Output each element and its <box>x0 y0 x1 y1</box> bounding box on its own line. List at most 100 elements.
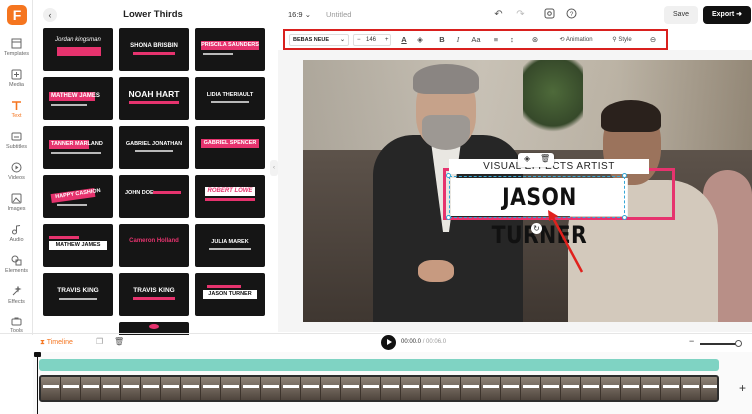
frame-lower-third <box>683 385 699 388</box>
filmstrip-frame <box>481 377 501 400</box>
template-tile[interactable]: LIDIA THERIAULT <box>195 77 265 120</box>
redo-icon[interactable]: ↷ <box>514 8 527 21</box>
playhead[interactable] <box>34 352 41 414</box>
sidebar-item-videos[interactable]: Videos <box>0 162 33 181</box>
selection-box[interactable] <box>449 176 625 218</box>
layers-icon[interactable]: ◈ <box>524 154 530 163</box>
document-title[interactable]: Untitled <box>326 10 351 19</box>
sidebar-item-audio[interactable]: Audio <box>0 224 33 243</box>
current-time: 00:00.0 <box>401 339 422 345</box>
more-options-icon[interactable]: ⊖ <box>647 34 659 46</box>
filmstrip-frame <box>81 377 101 400</box>
letter-case-icon[interactable]: Aa <box>469 34 483 46</box>
template-tile[interactable]: JULIA MAREK <box>195 224 265 267</box>
duplicate-icon[interactable]: ❐ <box>96 337 103 346</box>
editor-app: F Templates Media Text Subtitles Videos … <box>0 0 752 414</box>
frame-lower-third <box>523 385 539 388</box>
resize-handle[interactable] <box>446 173 451 178</box>
style-button[interactable]: ⚲ Style <box>607 34 637 46</box>
export-button[interactable]: Export ➜ <box>703 6 751 24</box>
template-tile[interactable]: PRISCILA SAUNDERS <box>195 28 265 71</box>
template-tile[interactable]: Jordan kingsman <box>43 28 113 71</box>
sidebar-item-effects[interactable]: Effects <box>0 286 33 305</box>
filmstrip-frame <box>461 377 481 400</box>
delete-icon[interactable]: 🗑 <box>114 337 124 346</box>
app-logo[interactable]: F <box>7 5 27 25</box>
undo-icon[interactable]: ↶ <box>492 8 505 21</box>
time-ruler[interactable] <box>33 352 752 358</box>
frame-lower-third <box>223 385 239 388</box>
frame-lower-third <box>403 385 419 388</box>
chevron-down-icon: ⌄ <box>304 10 311 19</box>
decrease-size-icon[interactable]: − <box>357 35 361 45</box>
template-tile[interactable]: TRAVIS KING <box>43 273 113 316</box>
frame-lower-third <box>383 385 399 388</box>
filmstrip-frame <box>161 377 181 400</box>
font-size-stepper[interactable]: − 146 + <box>353 34 391 46</box>
aspect-ratio-value: 16:9 <box>288 10 303 19</box>
template-tile[interactable]: JASON TURNER <box>195 273 265 316</box>
frame-lower-third <box>283 385 299 388</box>
timeline-icon: ⧗ <box>40 339 47 346</box>
template-tile[interactable]: MATHEW JAMES <box>43 77 113 120</box>
save-button[interactable]: Save <box>664 6 698 24</box>
zoom-slider[interactable] <box>700 343 738 345</box>
resize-handle[interactable] <box>622 215 627 220</box>
sidebar-item-text[interactable]: Text <box>0 100 33 119</box>
sidebar-item-templates[interactable]: Templates <box>0 38 33 57</box>
sidebar-item-images[interactable]: Images <box>0 193 33 212</box>
template-tile[interactable]: SHONA BRISBIN <box>119 28 189 71</box>
align-center-icon[interactable]: ≡ <box>491 34 501 46</box>
resize-handle[interactable] <box>446 215 451 220</box>
template-tile[interactable]: JOHN DOE <box>119 175 189 218</box>
filmstrip-frame <box>121 377 141 400</box>
line-spacing-icon[interactable]: ↕ <box>507 34 517 46</box>
play-button[interactable] <box>381 335 396 350</box>
sidebar-item-media[interactable]: Media <box>0 69 33 88</box>
text-color-icon[interactable]: A <box>399 34 409 46</box>
bold-icon[interactable]: B <box>437 34 447 46</box>
frame-lower-third <box>703 385 717 388</box>
italic-icon[interactable]: I <box>453 34 463 46</box>
frame-lower-third <box>323 385 339 388</box>
rotate-handle-icon[interactable]: ↻ <box>531 223 542 234</box>
template-tile[interactable]: GABRIEL JONATHAN <box>119 126 189 169</box>
screenshot-icon[interactable] <box>543 8 556 21</box>
delete-icon[interactable]: 🗑 <box>540 154 550 163</box>
effects-icon[interactable]: ⊛ <box>529 34 541 46</box>
highlight-color-icon[interactable]: ◈ <box>415 34 425 46</box>
add-track-icon[interactable]: + <box>739 381 746 395</box>
animation-button[interactable]: ⟲ Animation <box>553 34 599 46</box>
frame-lower-third <box>643 385 659 388</box>
text-clip[interactable] <box>39 359 719 371</box>
timeline-toggle-button[interactable]: ⧗ Timeline <box>40 337 73 349</box>
template-tile[interactable]: NOAH HART <box>119 77 189 120</box>
template-tile[interactable]: HAPPY CASHION <box>43 175 113 218</box>
resize-handle[interactable] <box>622 173 627 178</box>
media-icon <box>11 69 22 80</box>
filmstrip-frame <box>221 377 241 400</box>
template-tile[interactable]: TANNER MARLAND <box>43 126 113 169</box>
zoom-slider-knob[interactable] <box>735 340 742 347</box>
library-panel: ‹ Lower Thirds Jordan kingsman SHONA BRI… <box>33 0 273 335</box>
font-family-dropdown[interactable]: BEBAS NEUE ⌄ <box>289 34 349 46</box>
video-frame[interactable]: VISUAL EFFECTS ARTIST JASON TURNER ◈ 🗑 ↻ <box>303 60 752 322</box>
aspect-ratio-dropdown[interactable]: 16:9 ⌄ <box>288 10 311 19</box>
sidebar-item-subtitles[interactable]: Subtitles <box>0 131 33 150</box>
annotation-arrow-icon <box>548 210 584 273</box>
template-tile[interactable]: Cameron Holland <box>119 224 189 267</box>
top-bar: 16:9 ⌄ Untitled ↶ ↷ ? Save Export ➜ <box>280 0 752 30</box>
template-tile[interactable]: MATHEW JAMES <box>43 224 113 267</box>
sidebar-item-elements[interactable]: Elements <box>0 255 33 274</box>
template-tile[interactable]: ROBERT LOWE <box>195 175 265 218</box>
template-tile[interactable]: GABRIEL SPENCER <box>195 126 265 169</box>
playback-time: 00:00.0 / 00:06.0 <box>401 339 446 345</box>
video-clip[interactable] <box>39 375 719 402</box>
filmstrip-frame <box>301 377 321 400</box>
template-tile[interactable]: TRAVIS KING <box>119 273 189 316</box>
collapse-panel-handle[interactable]: ‹ <box>270 160 278 176</box>
sidebar-item-tools[interactable]: Tools <box>0 317 33 334</box>
help-icon[interactable]: ? <box>565 8 578 21</box>
increase-size-icon[interactable]: + <box>385 35 389 45</box>
zoom-out-icon[interactable]: − <box>689 336 694 346</box>
